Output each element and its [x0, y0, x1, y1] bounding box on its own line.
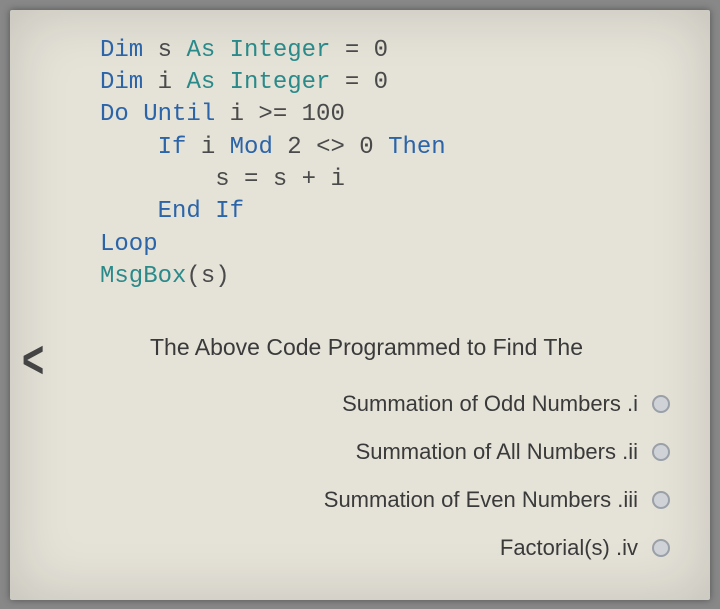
keyword: Dim: [100, 69, 143, 96]
option-iv[interactable]: Factorial(s) .iv: [40, 535, 670, 561]
keyword: Mod: [230, 134, 273, 161]
code-text: i: [186, 134, 229, 161]
keyword: End If: [158, 198, 244, 225]
option-ii[interactable]: Summation of All Numbers .ii: [40, 439, 670, 465]
code-text: i >= 100: [215, 101, 345, 128]
quiz-screen: < Dim s As Integer = 0 Dim i As Integer …: [10, 10, 710, 600]
keyword: Do Until: [100, 101, 215, 128]
code-text: = 0: [330, 69, 388, 96]
question-text: The Above Code Programmed to Find The: [150, 334, 680, 361]
code-text: (s): [186, 263, 229, 290]
option-label: Factorial(s) .iv: [500, 535, 638, 561]
code-text: 2 <> 0: [273, 134, 388, 161]
radio-icon[interactable]: [652, 443, 670, 461]
code-block: Dim s As Integer = 0 Dim i As Integer = …: [100, 35, 680, 294]
keyword: Then: [388, 134, 446, 161]
option-iii[interactable]: Summation of Even Numbers .iii: [40, 487, 670, 513]
keyword: Loop: [100, 231, 158, 258]
option-label: Summation of All Numbers .ii: [356, 439, 638, 465]
keyword: Dim: [100, 37, 143, 64]
type: As Integer: [186, 69, 330, 96]
code-text: i: [143, 69, 186, 96]
keyword: If: [158, 134, 187, 161]
options-list: Summation of Odd Numbers .i Summation of…: [40, 391, 680, 561]
radio-icon[interactable]: [652, 539, 670, 557]
function: MsgBox: [100, 263, 186, 290]
code-text: = 0: [330, 37, 388, 64]
code-text: s: [143, 37, 186, 64]
option-label: Summation of Even Numbers .iii: [324, 487, 638, 513]
option-label: Summation of Odd Numbers .i: [342, 391, 638, 417]
radio-icon[interactable]: [652, 491, 670, 509]
radio-icon[interactable]: [652, 395, 670, 413]
type: As Integer: [186, 37, 330, 64]
code-text: s = s + i: [100, 166, 345, 193]
back-arrow-icon[interactable]: <: [22, 331, 44, 391]
option-i[interactable]: Summation of Odd Numbers .i: [40, 391, 670, 417]
